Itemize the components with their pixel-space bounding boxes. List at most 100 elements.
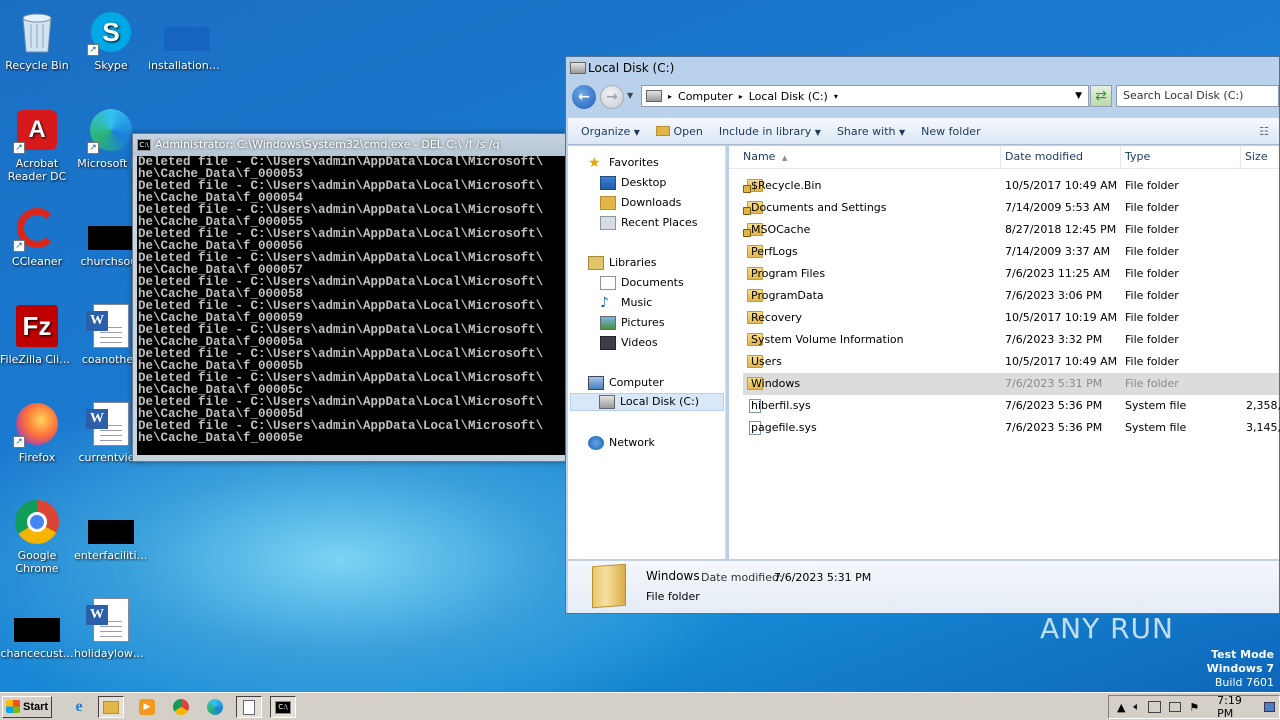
nav-pictures[interactable]: Pictures — [600, 314, 665, 332]
column-type[interactable]: Type — [1121, 146, 1241, 168]
folder-open-icon — [655, 125, 670, 136]
new-folder-button[interactable]: New folder — [921, 125, 980, 138]
file-type: File folder — [1125, 355, 1179, 368]
nav-documents[interactable]: Documents — [600, 274, 684, 292]
refresh-button[interactable]: ⇄ — [1090, 85, 1112, 107]
desktop-icon-ccleaner[interactable]: ↗ CCleaner — [0, 204, 74, 268]
file-row[interactable]: $Recycle.Bin 10/5/2017 10:49 AM File folde… — [743, 175, 1279, 197]
file-type: File folder — [1125, 245, 1179, 258]
file-name: PerfLogs — [751, 245, 798, 258]
desktop-icon-filezilla[interactable]: Fz FileZilla Client — [0, 302, 74, 366]
nav-network[interactable]: Network — [588, 434, 655, 452]
desktop-icon-installationfile[interactable]: installationfi... — [148, 8, 226, 72]
volume-icon[interactable]: 🔈︎ — [1133, 700, 1140, 714]
desktop-icon-holidaylowe[interactable]: W holidaylowe... — [74, 596, 148, 660]
nav-libraries[interactable]: Libraries — [588, 254, 657, 272]
taskbar-notepad[interactable] — [236, 696, 262, 718]
nav-favorites[interactable]: ★ Favorites — [588, 154, 659, 172]
cmd-window[interactable]: C:\ Administrator: C:\Windows\System32\c… — [132, 133, 568, 462]
file-row[interactable]: ProgramData 7/6/2023 3:06 PM File folder — [743, 285, 1279, 307]
cmd-titlebar[interactable]: C:\ Administrator: C:\Windows\System32\c… — [133, 134, 567, 156]
redacted-file-icon — [13, 596, 61, 644]
taskbar-cmd[interactable]: C:\ — [270, 696, 296, 718]
nav-music[interactable]: ♪ Music — [600, 294, 652, 312]
nav-local-disk[interactable]: Local Disk (C:) — [570, 393, 724, 411]
address-box[interactable]: ▸ Computer ▸ Local Disk (C:) ▾ ▼ — [641, 85, 1089, 107]
breadcrumb-local-disk[interactable]: Local Disk (C:) — [749, 90, 828, 103]
recent-pages-chevron-icon[interactable]: ▼ — [627, 91, 633, 100]
clock[interactable]: 7:19 PM — [1217, 694, 1256, 720]
column-size[interactable]: Size — [1241, 146, 1280, 168]
computer-icon — [588, 376, 604, 390]
file-row[interactable]: MSOCache 8/27/2018 12:45 PM File folder — [743, 219, 1279, 241]
file-row[interactable]: System Volume Information 7/6/2023 3:32 P… — [743, 329, 1279, 351]
search-input[interactable]: Search Local Disk (C:) — [1116, 85, 1279, 107]
nav-recent-places[interactable]: Recent Places — [600, 214, 698, 232]
file-row[interactable]: PerfLogs 7/14/2009 3:37 AM File folder — [743, 241, 1279, 263]
column-name[interactable]: Name ▲ — [729, 146, 1001, 168]
show-hidden-icons-icon[interactable]: ▲ — [1117, 701, 1125, 714]
start-button[interactable]: Start — [2, 695, 52, 718]
taskbar-ie[interactable]: e — [66, 696, 92, 718]
recent-places-icon — [600, 216, 616, 230]
open-button[interactable]: Open — [655, 125, 703, 138]
column-date-modified[interactable]: Date modified — [1001, 146, 1121, 168]
chevron-down-icon: ▼ — [814, 127, 821, 137]
media-player-icon: ▶ — [139, 699, 155, 715]
share-with-button[interactable]: Share with ▼ — [837, 125, 905, 138]
network-tray-icon[interactable] — [1148, 701, 1161, 713]
chevron-down-icon[interactable]: ▾ — [834, 92, 838, 101]
back-button[interactable]: ← — [572, 85, 596, 109]
include-label: Include in library — [718, 124, 812, 138]
file-row[interactable]: Users 10/5/2017 10:49 AM File folder — [743, 351, 1279, 373]
desktop-icon-enterfacilities[interactable]: enterfacilitie... — [74, 498, 148, 562]
file-row[interactable]: Documents and Settings 7/14/2009 5:53 AM F… — [743, 197, 1279, 219]
nav-computer[interactable]: Computer — [588, 374, 664, 392]
nav-label: Libraries — [609, 256, 657, 269]
address-dropdown-icon[interactable]: ▼ — [1075, 91, 1082, 101]
file-name: Documents and Settings — [751, 201, 887, 214]
lock-icon — [743, 185, 751, 193]
explorer-window[interactable]: Local Disk (C:) ← → ▼ ▸ Computer ▸ Local… — [565, 56, 1280, 614]
desktop-icon-acrobat[interactable]: A ↗ Acrobat Reader DC — [0, 106, 74, 183]
power-icon[interactable] — [1168, 702, 1182, 712]
column-label: Name — [743, 150, 776, 163]
desktop-icon-chancecust[interactable]: chancecust... — [0, 596, 74, 660]
test-mode-line: Test Mode — [1211, 648, 1274, 661]
file-type: File folder — [1125, 223, 1179, 236]
nav-label: Downloads — [621, 196, 682, 209]
nav-videos[interactable]: Videos — [600, 334, 658, 352]
file-row[interactable]: pagefile.sys 7/6/2023 5:36 PM System file 3… — [743, 417, 1280, 439]
file-row[interactable]: hiberfil.sys 7/6/2023 5:36 PM System file 2… — [743, 395, 1280, 417]
taskbar-media-player[interactable]: ▶ — [134, 696, 160, 718]
include-in-library-button[interactable]: Include in library ▼ — [719, 125, 821, 138]
taskbar-edge[interactable] — [202, 696, 228, 718]
desktop-icon-chrome[interactable]: Google Chrome — [0, 498, 74, 575]
explorer-titlebar[interactable]: Local Disk (C:) — [566, 57, 1279, 79]
forward-button[interactable]: → — [600, 85, 624, 109]
file-name: Users — [751, 355, 782, 368]
desktop-icon-recycle-bin[interactable]: Recycle Bin — [0, 8, 74, 72]
system-tray: ▲ 🔈︎ ⚑ 7:19 PM — [1108, 694, 1280, 720]
desktop-icon-firefox[interactable]: ↗ Firefox — [0, 400, 74, 464]
nav-downloads[interactable]: Downloads — [600, 194, 681, 212]
cmd-console[interactable]: Deleted file - C:\Users\admin\AppData\Lo… — [137, 156, 567, 455]
file-row[interactable]: Recovery 10/5/2017 10:19 AM File folder — [743, 307, 1279, 329]
organize-button[interactable]: Organize ▼ — [581, 125, 640, 138]
breadcrumb-separator-icon: ▸ — [668, 91, 673, 101]
taskbar-explorer[interactable] — [98, 696, 124, 718]
view-options-icon[interactable]: ☷ — [1259, 125, 1269, 138]
sort-ascending-icon: ▲ — [781, 154, 788, 162]
nav-label: Computer — [609, 376, 664, 389]
file-row[interactable]: Windows 7/6/2023 5:31 PM File folder — [743, 373, 1279, 395]
details-pane: Windows Date modified: 7/6/2023 5:31 PM … — [568, 560, 1279, 613]
anyrun-watermark: ANY RUN — [1040, 612, 1174, 645]
file-row[interactable]: Program Files 7/6/2023 11:25 AM File folde… — [743, 263, 1279, 285]
file-type: File folder — [1125, 377, 1179, 390]
show-desktop-icon[interactable] — [1264, 702, 1275, 712]
taskbar-chrome[interactable] — [168, 696, 194, 718]
breadcrumb-computer[interactable]: Computer — [678, 90, 733, 103]
nav-desktop[interactable]: Desktop — [600, 174, 666, 192]
desktop-icon-skype[interactable]: S ↗ Skype — [74, 8, 148, 72]
action-center-flag-icon[interactable]: ⚑ — [1189, 701, 1199, 714]
